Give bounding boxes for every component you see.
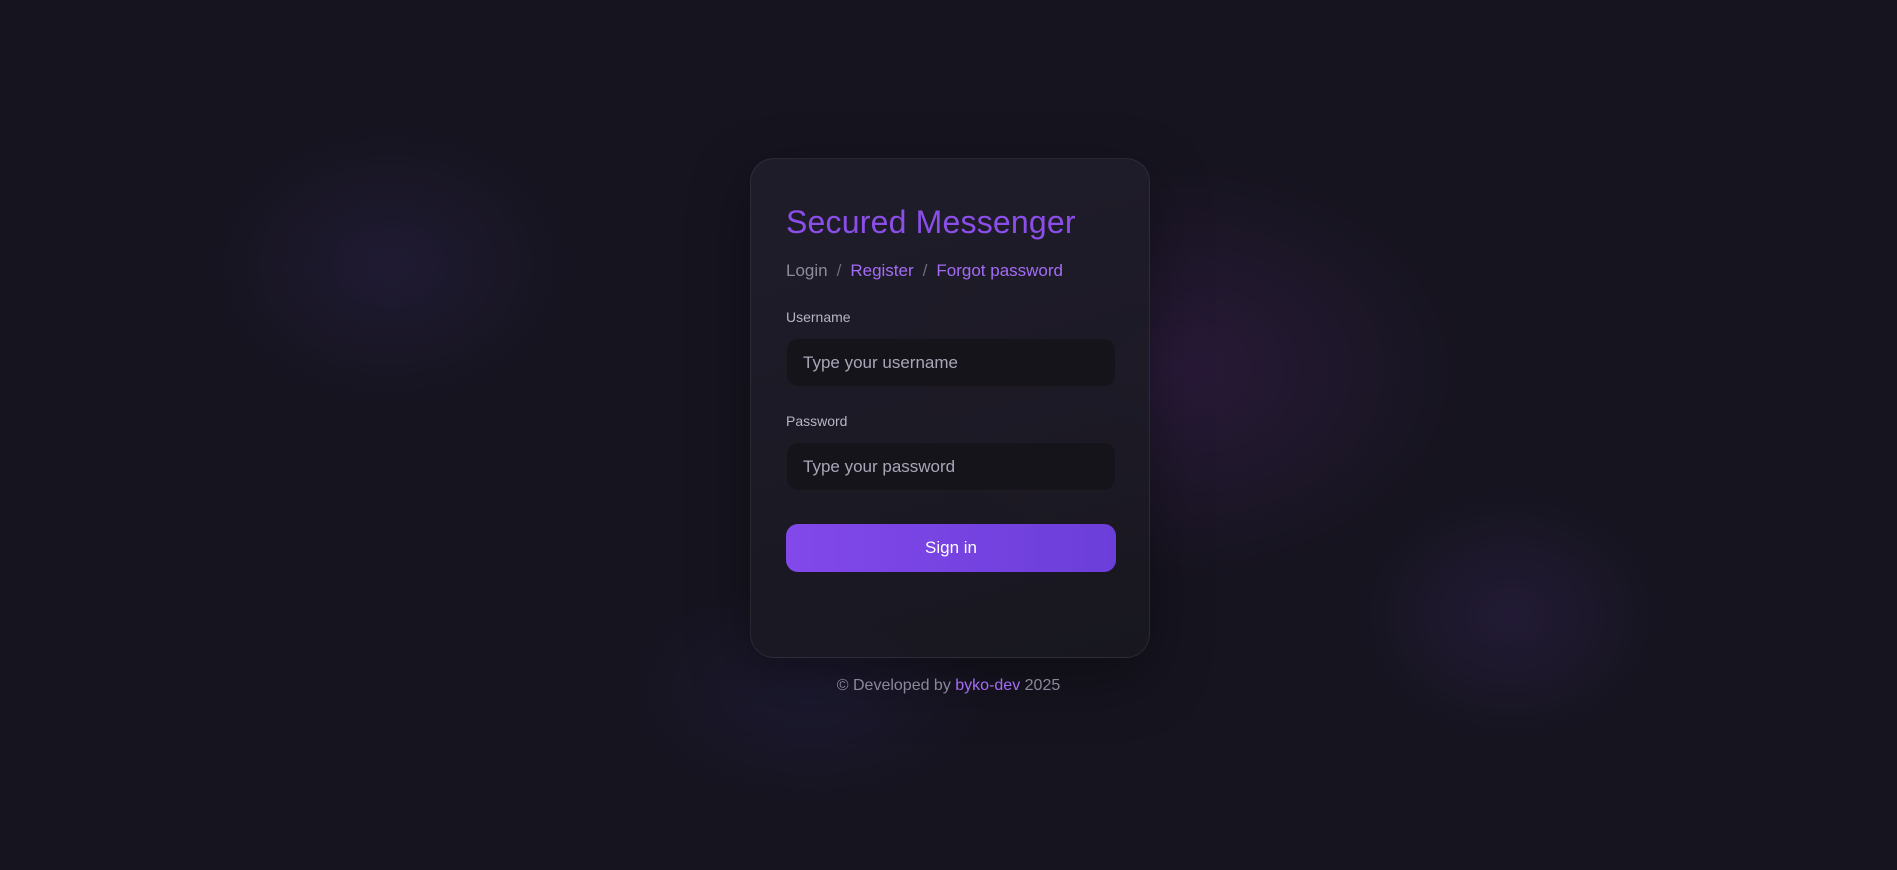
- nav-separator: /: [922, 261, 928, 280]
- username-label: Username: [786, 309, 851, 325]
- sign-in-button[interactable]: Sign in: [786, 524, 1116, 572]
- password-input[interactable]: [786, 442, 1116, 491]
- nav-register-link[interactable]: Register: [850, 260, 913, 282]
- footer-prefix: © Developed by: [836, 677, 951, 694]
- auth-nav: Login / Register / Forgot password: [786, 260, 1114, 282]
- nav-forgot-password-link[interactable]: Forgot password: [936, 260, 1063, 282]
- nav-login[interactable]: Login: [786, 260, 828, 282]
- footer-year: 2025: [1024, 677, 1061, 694]
- password-label: Password: [786, 413, 848, 429]
- username-input[interactable]: [786, 338, 1116, 387]
- nav-separator: /: [836, 261, 842, 280]
- footer-author-link[interactable]: byko-dev: [955, 677, 1020, 694]
- app-title: Secured Messenger: [786, 204, 1076, 240]
- footer: © Developed by byko-dev 2025: [0, 676, 1897, 696]
- login-card: Secured Messenger Login / Register / For…: [750, 158, 1150, 658]
